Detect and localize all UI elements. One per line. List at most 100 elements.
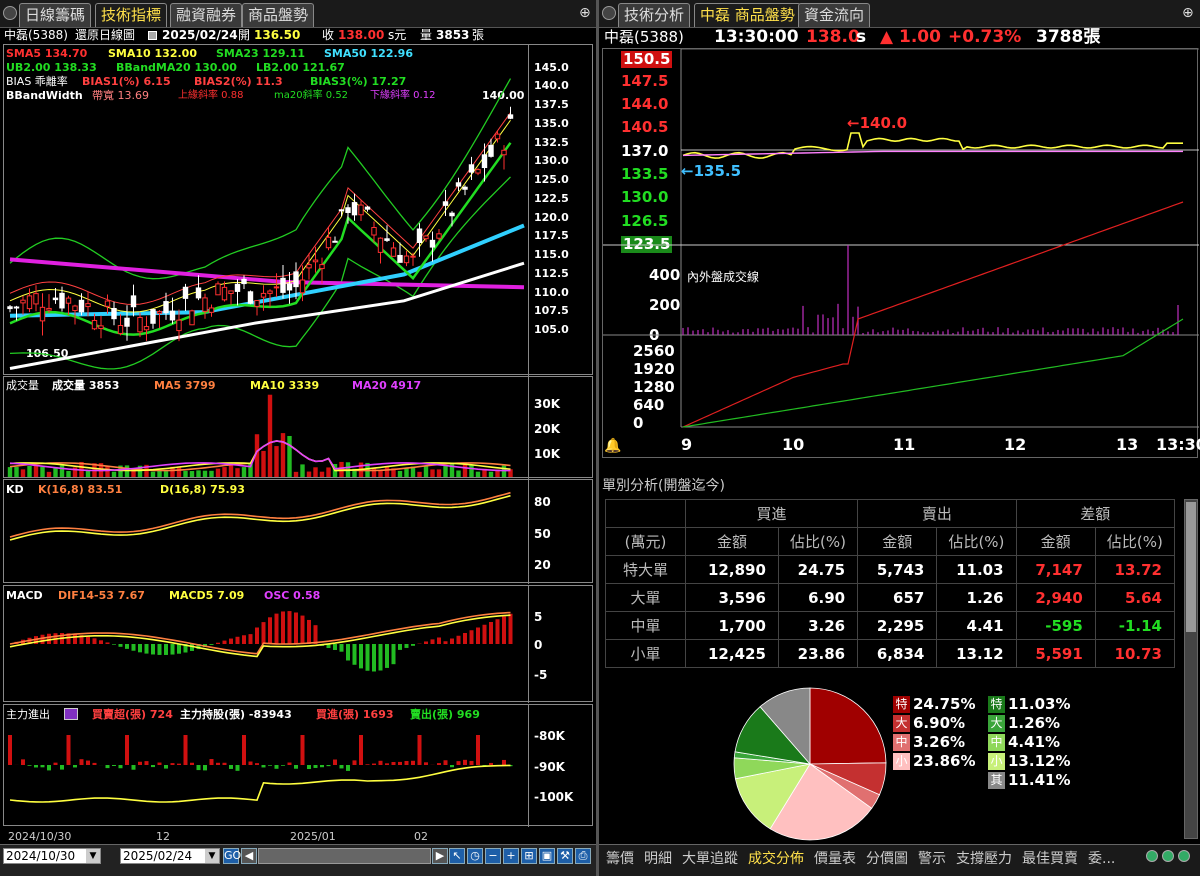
bottom-tab[interactable]: 大單追蹤 [682, 848, 738, 868]
main-force-bar [190, 762, 194, 765]
macd-histogram-bar [222, 640, 227, 644]
bottom-tab[interactable]: 籌價 [606, 848, 634, 868]
kd-panel[interactable]: KD K(16,8) 83.51 D(16,8) 75.93 80 50 20 [3, 479, 593, 584]
macd-panel[interactable]: MACD DIF14-53 7.67 MACD5 7.09 OSC 0.58 5… [3, 585, 593, 703]
tab-margin[interactable]: 融資融券 [170, 3, 243, 27]
legend-value: 11.41% [1008, 771, 1071, 789]
fit-icon[interactable]: ⊞ [521, 848, 537, 864]
legend-value: 3.26% [913, 733, 966, 751]
price-panel[interactable]: SMA5 134.70 SMA10 132.00 SMA23 129.11 SM… [3, 44, 593, 376]
scrollbar-thumb[interactable] [1186, 502, 1196, 632]
candle-body [234, 283, 241, 292]
main-force-bar [502, 759, 506, 765]
col-ratio: 佔比(%) [936, 527, 1017, 556]
price-tick: 140.0 [534, 79, 569, 92]
candle-body [182, 286, 189, 299]
more-icon[interactable] [1178, 850, 1190, 862]
main-force-bar [216, 762, 220, 765]
pie-slice [759, 687, 811, 766]
bottom-tab[interactable]: 最佳買賣 [1022, 848, 1078, 868]
zoom-icon[interactable]: ⊕ [579, 6, 595, 22]
bottom-tab[interactable]: 價量表 [814, 848, 856, 868]
main-force-bar [248, 761, 253, 765]
right-price: 138.0 [806, 27, 860, 47]
bottom-tab[interactable]: 分價圖 [866, 848, 908, 868]
clock-icon[interactable]: ◷ [467, 848, 483, 864]
scroll-right-button[interactable]: ▶ [432, 848, 448, 864]
candle-body [156, 310, 163, 314]
next-icon[interactable] [1162, 850, 1174, 862]
volume-panel[interactable]: 成交量 成交量 3853 MA5 3799 MA10 3339 MA20 491… [3, 376, 593, 479]
window-icon[interactable]: ▣ [539, 848, 555, 864]
volume-bar [241, 467, 247, 477]
main-force-bar [255, 763, 259, 765]
print-icon[interactable]: ⎙ [575, 848, 591, 864]
table-row: 特大單 12,890 24.75 5,743 11.03 7,147 13.72 [605, 555, 1176, 584]
mf-tick-100k: -100K [534, 790, 574, 804]
bottom-tab[interactable]: 警示 [918, 848, 946, 868]
macd-histogram-bar [274, 613, 279, 644]
panel-menu-icon[interactable] [602, 6, 616, 20]
tab-tech-analysis[interactable]: 技術分析 [618, 3, 691, 27]
main-force-bar [378, 760, 383, 765]
go-button[interactable]: GO [223, 848, 241, 864]
col-ratio: 佔比(%) [777, 527, 859, 556]
cursor-icon[interactable]: ↖ [449, 848, 465, 864]
main-force-bar [183, 735, 188, 765]
bottom-tab[interactable]: 支撐壓力 [956, 848, 1012, 868]
x-label-start: 2024/10/30 [8, 830, 72, 843]
bell-icon[interactable]: 🔔 [604, 438, 621, 454]
tab-technical[interactable]: 技術指標 [95, 3, 168, 27]
macd-histogram-bar [476, 627, 480, 644]
main-force-bar [287, 762, 292, 765]
splitter[interactable] [596, 0, 599, 876]
candle-body [390, 247, 397, 257]
price-tick: 110.0 [534, 286, 569, 299]
close-unit: s元 [388, 28, 407, 42]
tab-daily-chips[interactable]: 日線籌碼 [19, 3, 92, 27]
intraday-panel[interactable]: 150.5 147.5 144.0 140.5 137.0 133.5 130.0 126.5… [602, 48, 1199, 458]
zoom-icon[interactable]: ⊕ [1182, 6, 1198, 22]
candle-body [306, 264, 312, 269]
zoom-in-icon[interactable]: + [503, 848, 519, 864]
volume-bar [462, 464, 468, 477]
main-force-panel[interactable]: 主力進出 買賣超(張) 724 主力持股(張) -83943 買進(張) 169… [3, 704, 593, 827]
date-from-select[interactable]: 2024/10/30 ▼ [3, 848, 101, 864]
table-cell: 10.73 [1094, 639, 1176, 668]
main-force-bar [222, 762, 227, 765]
tab-market[interactable]: 商品盤勢 [242, 3, 315, 27]
macd-histogram-bar [313, 625, 318, 644]
macd-histogram-bar [86, 636, 90, 644]
panel-menu-icon[interactable] [3, 6, 17, 20]
volume-bar [202, 470, 208, 477]
tool-icon[interactable]: ⚒ [557, 848, 573, 864]
main-force-bar [73, 765, 77, 768]
macd-histogram-bar [216, 642, 220, 644]
chevron-down-icon[interactable]: ▼ [86, 849, 100, 863]
horizontal-scrollbar[interactable] [258, 848, 431, 864]
bottom-tab[interactable]: 成交分佈 [748, 848, 804, 868]
right-stock-name: 中磊(5388) [604, 28, 684, 46]
main-force-bar [391, 762, 396, 765]
table-cell: 5,591 [1015, 639, 1096, 668]
tab-money-flow[interactable]: 資金流向 [798, 3, 871, 27]
main-force-bar [398, 761, 402, 765]
macd-chart [9, 611, 513, 672]
scroll-left-button[interactable]: ◀ [241, 848, 257, 864]
vertical-scrollbar[interactable] [1184, 499, 1198, 839]
zoom-out-icon[interactable]: − [485, 848, 501, 864]
chevron-down-icon[interactable]: ▼ [205, 849, 219, 863]
bottom-tab[interactable]: 委... [1088, 848, 1115, 868]
date-to-select[interactable]: 2025/02/24 ▼ [120, 848, 220, 864]
tab-stock-market[interactable]: 中磊 商品盤勢 [694, 3, 801, 27]
main-force-bar [112, 765, 116, 766]
macd-signal-line [9, 614, 511, 658]
candle-body [338, 209, 345, 212]
candle-body [169, 310, 176, 321]
prev-icon[interactable] [1146, 850, 1158, 862]
vol-value: 3853 [436, 28, 470, 42]
macd-tick-5: 5 [534, 610, 543, 624]
adj-checkbox[interactable] [148, 31, 157, 40]
price-tick: 120.0 [534, 211, 569, 224]
bottom-tab[interactable]: 明細 [644, 848, 672, 868]
